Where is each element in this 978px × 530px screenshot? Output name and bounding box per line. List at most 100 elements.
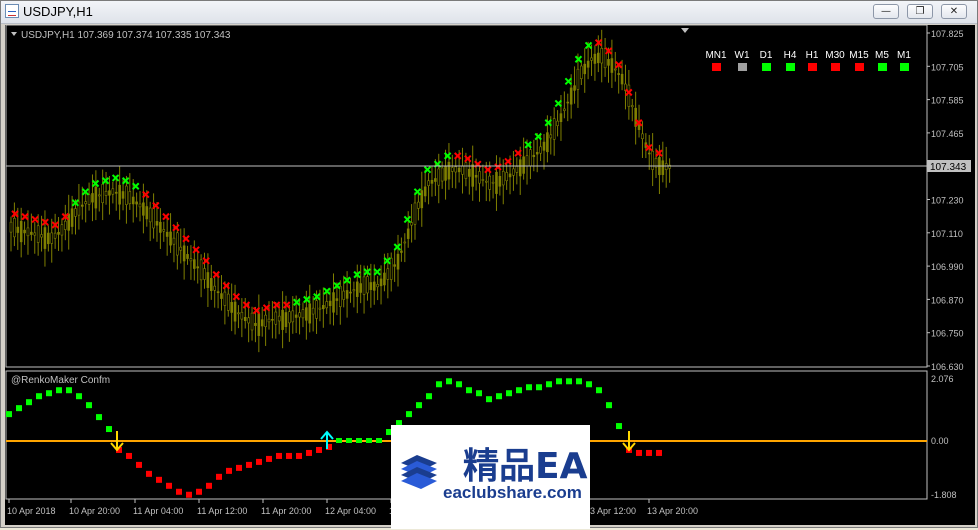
candle-body [288, 311, 291, 324]
indicator-bull-dot [106, 426, 112, 433]
candle-body [607, 59, 610, 66]
indicator-bull-dot [86, 402, 92, 409]
candle-body [23, 229, 26, 234]
candle-body [9, 221, 13, 233]
indicator-bull-dot [406, 411, 412, 418]
candle-body [165, 231, 169, 237]
candle-body [630, 105, 634, 108]
candle-body [80, 204, 84, 207]
renko-x-marker [403, 215, 412, 224]
candle-body [349, 291, 352, 294]
candle-body [274, 311, 278, 325]
indicator-bear-dot [136, 461, 142, 468]
candle-body [413, 202, 417, 225]
candle-body [501, 171, 505, 186]
indicator-bull-dot [26, 399, 32, 406]
candle-body [508, 173, 512, 178]
candle-body [383, 272, 386, 286]
renko-x-marker [11, 210, 19, 218]
indicator-bull-dot [456, 381, 462, 388]
indicator-bear-dot [176, 488, 182, 495]
candle-body [379, 278, 383, 287]
candle-body [16, 226, 20, 233]
indicator-bear-dot [186, 491, 192, 498]
indicator-bull-dot [486, 396, 492, 403]
renko-x-marker [232, 293, 241, 301]
indicator-bull-dot [616, 423, 622, 430]
candle-body [148, 207, 152, 223]
candle-body [199, 259, 203, 281]
candle-body [203, 268, 206, 280]
watermark-logo-icon [401, 455, 437, 489]
indicator-bear-dot [226, 467, 232, 474]
candle-body [355, 281, 359, 297]
candle-body [505, 172, 508, 182]
candle-body [257, 313, 261, 336]
candle-body [556, 120, 559, 127]
indicator-bull-dot [546, 381, 552, 388]
candle-body [495, 171, 498, 194]
candle-body [603, 48, 607, 69]
time-tick-label: 11 Apr 20:00 [261, 506, 311, 516]
indicator-bear-dot [276, 452, 282, 459]
timeframe-status-square [786, 63, 795, 71]
price-tick-label: 107.825 [931, 29, 964, 39]
candle-body [26, 227, 30, 237]
indicator-bear-dot [246, 461, 252, 468]
indicator-flat-dot [346, 438, 352, 443]
candle-body [468, 168, 471, 177]
candle-body [108, 190, 111, 196]
candle-body [393, 264, 396, 267]
close-button[interactable]: ✕ [941, 4, 967, 19]
timeframe-label: M1 [897, 50, 911, 61]
indicator-bull-dot [436, 381, 442, 388]
indicator-bull-dot [516, 387, 522, 394]
candle-body [240, 311, 244, 320]
candle-body [352, 289, 356, 292]
candle-body [518, 159, 522, 177]
candle-body [566, 101, 570, 104]
minimize-button[interactable]: — [873, 4, 899, 19]
indicator-bull-dot [476, 390, 482, 397]
candle-body [430, 179, 434, 184]
candlesticks [9, 29, 671, 353]
candle-body [529, 149, 532, 167]
candle-body [60, 224, 64, 236]
indicator-name: @RenkoMaker Confm [11, 375, 110, 386]
renko-x-marker [554, 99, 563, 108]
candle-body [277, 315, 281, 322]
candle-body [213, 285, 216, 291]
candle-body [97, 194, 101, 197]
indicator-bear-dot [146, 470, 152, 477]
candle-body [247, 317, 250, 324]
timeframe-panel: MN1 W1 D1 H4 H1 M30 M15 M5 M1 [705, 50, 911, 71]
candle-body [179, 246, 183, 251]
price-tick-label: 106.870 [931, 295, 964, 305]
timeframe-label: M15 [849, 50, 869, 61]
candle-body [451, 167, 454, 172]
candle-body [322, 305, 325, 310]
candle-body [311, 307, 315, 315]
candle-body [464, 162, 468, 179]
candle-body [118, 184, 121, 205]
candle-body [169, 231, 172, 246]
title-bar[interactable]: USDJPY,H1 — ❐ ✕ [1, 1, 977, 24]
time-tick-label: 13 Apr 20:00 [647, 506, 698, 516]
candle-body [583, 63, 587, 75]
candle-body [298, 312, 301, 318]
candle-body [301, 309, 305, 319]
candle-body [182, 245, 186, 262]
candle-body [159, 221, 162, 233]
restore-button[interactable]: ❐ [907, 4, 933, 19]
time-tick-label: 11 Apr 04:00 [133, 506, 183, 516]
candle-body [454, 166, 458, 173]
shift-marker-icon[interactable] [681, 28, 689, 33]
indicator-bull-dot [16, 405, 22, 412]
candle-body [121, 191, 125, 199]
timeframe-label: H1 [806, 50, 819, 61]
indicator-bear-dot [646, 449, 652, 456]
indicator-bull-dot [6, 411, 12, 418]
dropdown-arrow-icon[interactable] [11, 32, 17, 36]
indicator-bull-dot [566, 378, 572, 385]
renko-x-marker [454, 152, 462, 160]
